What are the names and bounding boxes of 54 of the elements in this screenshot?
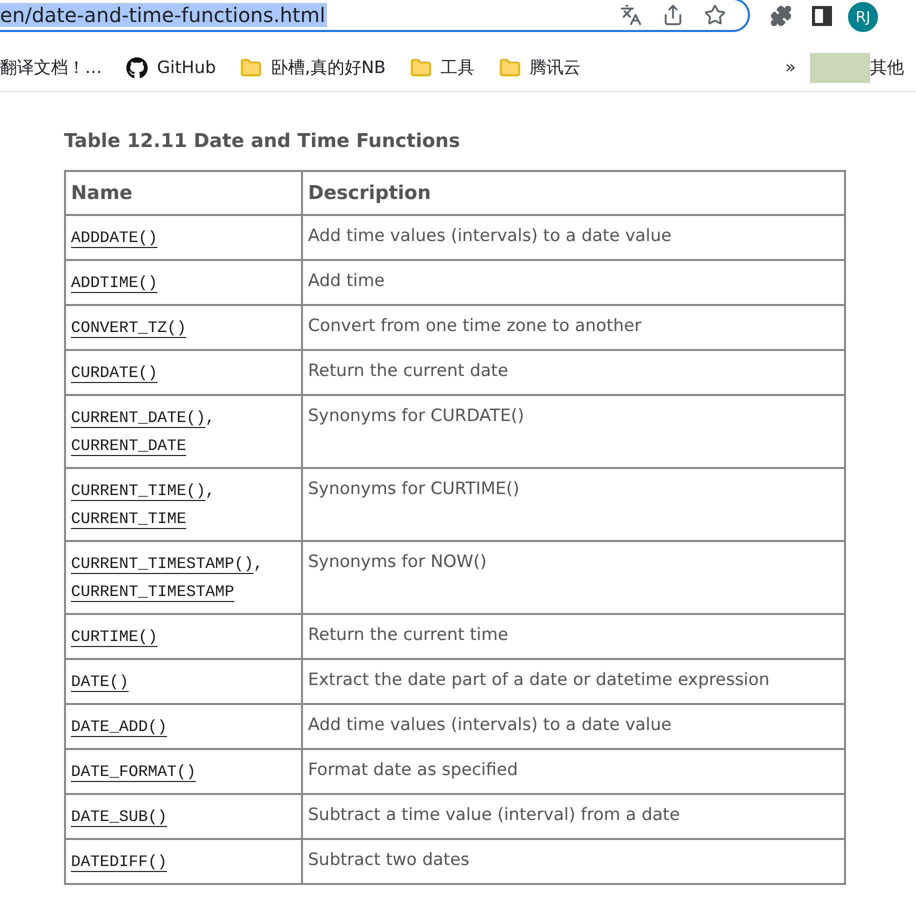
- address-bar[interactable]: en/date-and-time-functions.html: [0, 0, 750, 32]
- table-cell: Add time: [302, 260, 845, 305]
- function-link[interactable]: CURRENT_DATE: [71, 437, 186, 455]
- table-caption: Table 12.11 Date and Time Functions: [64, 130, 462, 152]
- share-icon[interactable]: [662, 4, 684, 26]
- table-cell: Synonyms for CURDATE(): [302, 395, 845, 468]
- side-panel-icon[interactable]: [812, 6, 832, 26]
- function-link[interactable]: CURRENT_TIME(): [71, 482, 206, 500]
- function-link[interactable]: DATE_ADD(): [71, 718, 168, 736]
- bookmark-item[interactable]: 工具: [398, 56, 487, 79]
- table-cell: Return the current time: [302, 614, 845, 659]
- function-link[interactable]: DATE_SUB(): [71, 808, 168, 826]
- separator-text: ,: [253, 555, 264, 573]
- separator-text: ,: [205, 409, 216, 427]
- table-cell: Return the current date: [302, 350, 845, 395]
- table-cell: Format date as specified: [302, 749, 845, 794]
- folder-icon: [240, 56, 262, 78]
- profile-avatar[interactable]: RJ: [848, 2, 878, 32]
- table-cell: Extract the date part of a date or datetime expression: [302, 659, 845, 704]
- star-icon[interactable]: [704, 4, 726, 26]
- bookmark-item[interactable]: 卧槽,真的好NB: [228, 56, 398, 79]
- function-link[interactable]: CURRENT_TIMESTAMP: [71, 583, 234, 601]
- table-cell: Add time values (intervals) to a date value: [302, 215, 845, 260]
- github-icon: [126, 56, 148, 78]
- function-link[interactable]: ADDTIME(): [71, 274, 158, 292]
- separator-text: ,: [205, 482, 216, 500]
- thumbnail-placeholder: [810, 52, 870, 82]
- folder-icon: [410, 56, 432, 78]
- folder-icon: [498, 56, 521, 78]
- bookmark-item[interactable]: 腾讯云: [486, 56, 593, 79]
- function-link[interactable]: CURTIME(): [71, 628, 158, 646]
- function-link[interactable]: ADDDATE(): [71, 229, 158, 247]
- bookmark-item[interactable]: 其他: [870, 56, 916, 79]
- table-cell: Convert from one time zone to another: [302, 305, 845, 350]
- function-link[interactable]: CONVERT_TZ(): [71, 319, 186, 337]
- url-text: en/date-and-time-functions.html: [0, 3, 328, 27]
- translate-icon[interactable]: [620, 4, 642, 26]
- function-link[interactable]: CURDATE(): [71, 364, 158, 382]
- puzzle-icon[interactable]: [770, 5, 792, 27]
- table-cell: Synonyms for CURTIME(): [302, 468, 845, 541]
- function-link[interactable]: CURRENT_TIME: [71, 510, 186, 528]
- table-cell: Subtract two dates: [302, 839, 845, 884]
- table-cell: Synonyms for NOW(): [302, 541, 845, 614]
- table-cell: Add time values (intervals) to a date value: [302, 704, 845, 749]
- function-link[interactable]: CURRENT_TIMESTAMP(): [71, 555, 254, 573]
- function-link[interactable]: DATEDIFF(): [71, 853, 168, 871]
- bookmark-item[interactable]: 翻译文档！…: [0, 56, 114, 79]
- function-link[interactable]: DATE(): [71, 673, 129, 691]
- table-cell: Subtract a time value (interval) from a date: [302, 794, 845, 839]
- column-header: Description: [302, 171, 845, 215]
- more-bookmarks-button[interactable]: »: [770, 57, 810, 78]
- bookmark-item[interactable]: GitHub: [114, 56, 228, 78]
- column-header: Name: [65, 171, 302, 215]
- function-link[interactable]: CURRENT_DATE(): [71, 409, 206, 427]
